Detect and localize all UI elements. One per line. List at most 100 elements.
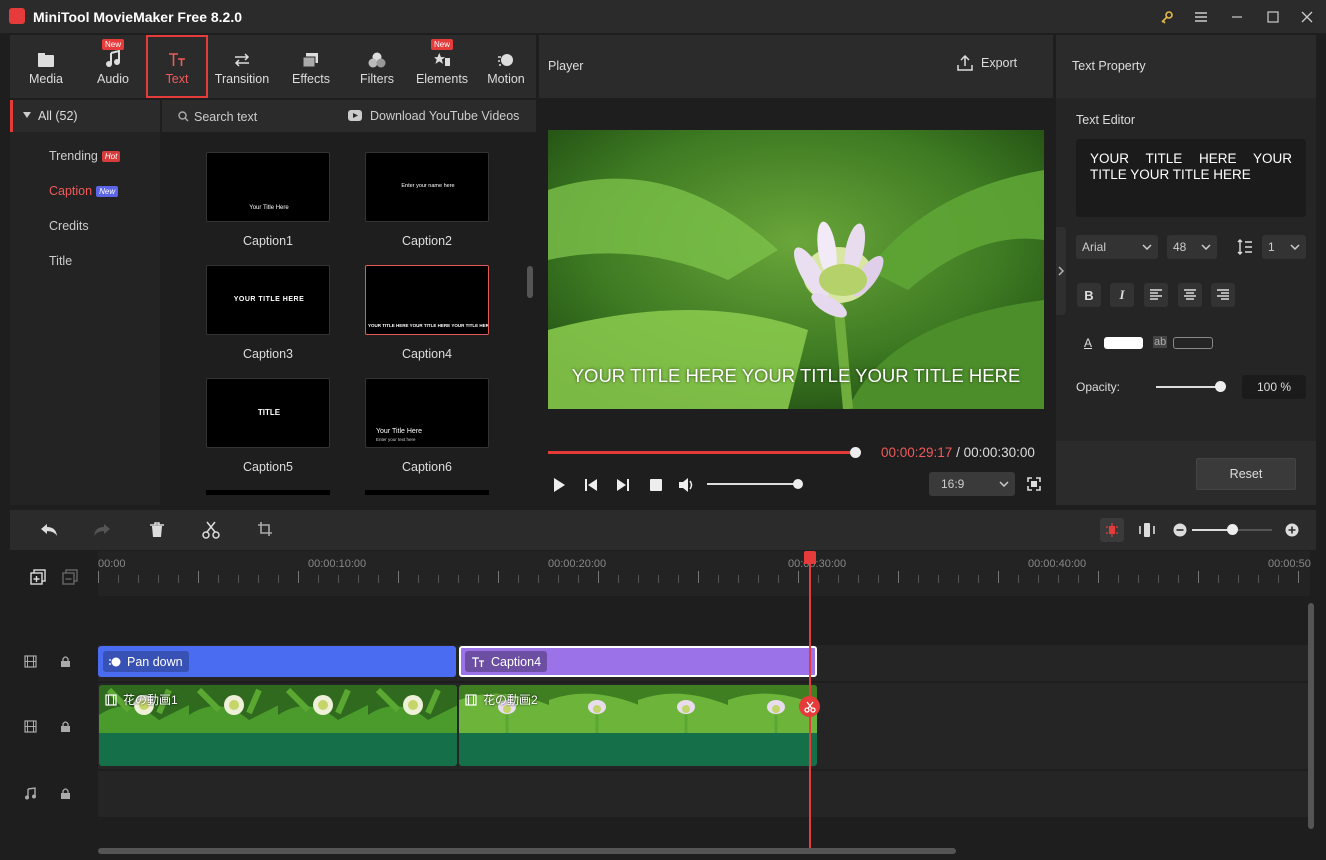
progress-handle[interactable] [850,447,862,458]
ruler-tick [998,571,999,583]
chevron-right-icon [1058,266,1064,276]
scissors-icon [803,701,816,713]
player-header: Player Export [539,35,1053,98]
tool-audio[interactable]: New Audio [82,35,144,98]
remove-track-icon [62,569,78,585]
caption-thumb-1[interactable]: Your Title Here Caption1 [206,152,330,248]
time-ruler[interactable]: 00:00 00:00:10:00 00:00:20:00 00:00:30:0… [98,551,1311,596]
lock-icon[interactable] [60,787,71,800]
export-button[interactable]: Export [957,55,1017,71]
split-at-playhead-button[interactable] [799,696,820,717]
maximize-button[interactable] [1262,6,1284,28]
menu-icon[interactable] [1190,6,1212,28]
audio-track [98,771,1310,817]
thumb-preview-text: YOUR TITLE HERE YOUR TITLE HERE YOUR TIT… [368,323,488,328]
timeline-vertical-scrollbar[interactable] [1308,603,1314,829]
motion-effect-clip[interactable]: Pan down [98,646,456,677]
font-family-value: Arial [1082,240,1107,254]
caption-thumb-6[interactable]: Your Title Here Enter your text here Cap… [365,378,489,474]
progress-track[interactable] [548,451,859,454]
category-all[interactable]: All (52) [10,100,160,132]
volume-icon[interactable] [678,477,696,493]
play-button[interactable] [552,477,566,493]
collapse-panel-button[interactable] [1056,227,1066,315]
caption-thumb-5[interactable]: TITLE Caption5 [206,378,330,474]
library-scrollbar[interactable] [527,266,533,298]
tool-transition[interactable]: Transition [210,35,274,98]
fit-timeline-button[interactable] [1139,522,1155,538]
opacity-track[interactable] [1156,386,1220,388]
tool-elements[interactable]: New Elements [410,35,474,98]
reset-button[interactable]: Reset [1196,458,1296,490]
stop-button[interactable] [649,478,663,492]
text-color-icon: A [1084,336,1093,350]
crop-icon [258,522,272,536]
download-youtube-button[interactable]: Download YouTube Videos [370,109,519,123]
ruler-tick [498,571,499,583]
align-center-button[interactable] [1178,283,1202,307]
add-track-button[interactable] [30,569,46,585]
align-right-button[interactable] [1211,283,1235,307]
search-input[interactable]: Search text [194,110,257,124]
aspect-ratio-select[interactable]: 16:9 [929,472,1015,496]
tool-filters[interactable]: Filters [346,35,408,98]
category-trending[interactable]: Trending Hot [49,149,121,163]
crop-button[interactable] [257,521,273,537]
snap-toggle[interactable] [1100,518,1124,542]
ruler-tick [698,571,699,583]
opacity-input[interactable]: 100 % [1242,375,1306,399]
category-credits[interactable]: Credits [49,219,89,233]
bold-button[interactable]: B [1077,283,1101,307]
zoom-in-button[interactable] [1285,523,1299,537]
video-clip-1[interactable]: 花の動画1 [99,685,457,766]
opacity-handle[interactable] [1214,381,1226,392]
align-left-button[interactable] [1144,283,1168,307]
close-button[interactable] [1296,6,1318,28]
caption-thumb-2[interactable]: Enter your name here Caption2 [365,152,489,248]
italic-button[interactable]: I [1110,283,1134,307]
app-logo-icon [9,8,25,24]
zoom-out-button[interactable] [1173,523,1187,537]
font-size-select[interactable]: 48 [1167,235,1217,259]
clip-label: 花の動画2 [465,691,538,708]
category-all-label: All (52) [38,109,78,123]
text-editor-input[interactable]: YOUR TITLE HERE YOUR TITLE YOUR TITLE HE… [1076,139,1306,217]
category-caption[interactable]: Caption New [49,184,119,198]
split-button[interactable] [202,521,220,539]
remove-track-button[interactable] [62,569,78,585]
chevron-down-icon [999,481,1009,487]
chevron-down-icon [1142,244,1152,250]
volume-handle[interactable] [793,479,804,489]
delete-button[interactable] [149,521,165,539]
thumb-label: Caption6 [401,460,453,474]
category-title[interactable]: Title [49,254,72,268]
previous-frame-button[interactable] [584,477,598,493]
film-icon [105,693,117,706]
redo-button[interactable] [93,522,111,538]
tool-text[interactable]: Text [146,35,208,98]
fullscreen-icon[interactable] [1027,477,1041,491]
clip-frame-thumbnail [367,685,457,733]
media-icon [37,48,55,68]
caption-clip[interactable]: Caption4 [459,646,817,677]
text-color-swatch[interactable] [1104,337,1143,349]
next-frame-button[interactable] [616,477,630,493]
zoom-handle[interactable] [1226,524,1238,535]
background-color-swatch[interactable] [1173,337,1213,349]
video-clip-2[interactable]: 花の動画2 [459,685,817,766]
volume-track[interactable] [707,483,801,485]
tool-motion[interactable]: Motion [476,35,536,98]
caption-thumb-4[interactable]: YOUR TITLE HERE YOUR TITLE HERE YOUR TIT… [365,265,489,361]
line-spacing-select[interactable]: 1 [1262,235,1306,259]
lock-icon[interactable] [60,720,71,733]
minimize-button[interactable] [1226,6,1248,28]
timeline-horizontal-scrollbar[interactable] [98,848,956,854]
tool-effects[interactable]: Effects [278,35,344,98]
tool-media[interactable]: Media [10,35,82,98]
lock-icon[interactable] [60,655,71,668]
font-family-select[interactable]: Arial [1076,235,1158,259]
key-icon[interactable] [1156,6,1178,28]
undo-button[interactable] [40,522,58,538]
search-icon [178,111,189,122]
caption-thumb-3[interactable]: YOUR TITLE HERE Caption3 [206,265,330,361]
